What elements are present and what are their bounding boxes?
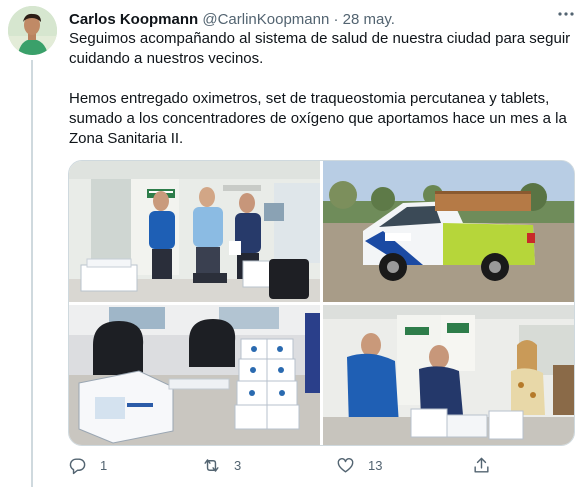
more-options-button[interactable] xyxy=(552,6,580,26)
photo-group-office xyxy=(69,161,320,302)
retweet-icon xyxy=(204,459,219,472)
tweet-paragraph: Hemos entregado oximetros, set de traque… xyxy=(69,90,567,147)
tweet-paragraph: Seguimos acompañando al sistema de salud… xyxy=(69,30,571,67)
share-icon xyxy=(474,457,489,473)
like-button[interactable]: 13 xyxy=(336,456,382,475)
retweet-count: 3 xyxy=(234,458,242,473)
tweet-actions: 1 3 13 xyxy=(68,456,573,480)
photo-boxes-table xyxy=(69,305,320,445)
media-grid xyxy=(68,160,575,446)
header-separator: · xyxy=(333,11,339,28)
like-count: 13 xyxy=(368,458,383,473)
media-photo-1[interactable] xyxy=(69,161,320,302)
author-avatar[interactable] xyxy=(8,6,57,55)
reply-button[interactable]: 1 xyxy=(68,456,107,475)
thread-line xyxy=(31,60,33,487)
tweet-header: Carlos Koopmann @CarlinKoopmann · 28 may… xyxy=(69,10,395,29)
author-handle[interactable]: @CarlinKoopmann xyxy=(202,11,329,28)
share-button[interactable] xyxy=(472,456,491,475)
author-name[interactable]: Carlos Koopmann xyxy=(69,11,198,28)
ellipsis-icon xyxy=(558,12,574,16)
photo-pickup-truck xyxy=(323,161,574,302)
tweet-date[interactable]: 28 may. xyxy=(343,11,395,28)
media-photo-2[interactable] xyxy=(323,161,574,302)
tweet-text: Seguimos acompañando al sistema de salud… xyxy=(69,29,574,149)
reply-count: 1 xyxy=(100,458,108,473)
media-photo-4[interactable] xyxy=(323,305,574,445)
retweet-button[interactable]: 3 xyxy=(202,456,241,475)
media-photo-3[interactable] xyxy=(69,305,320,445)
heart-icon xyxy=(337,458,354,473)
photo-unboxing xyxy=(323,305,574,445)
avatar-image xyxy=(8,6,57,55)
reply-icon xyxy=(69,458,86,475)
